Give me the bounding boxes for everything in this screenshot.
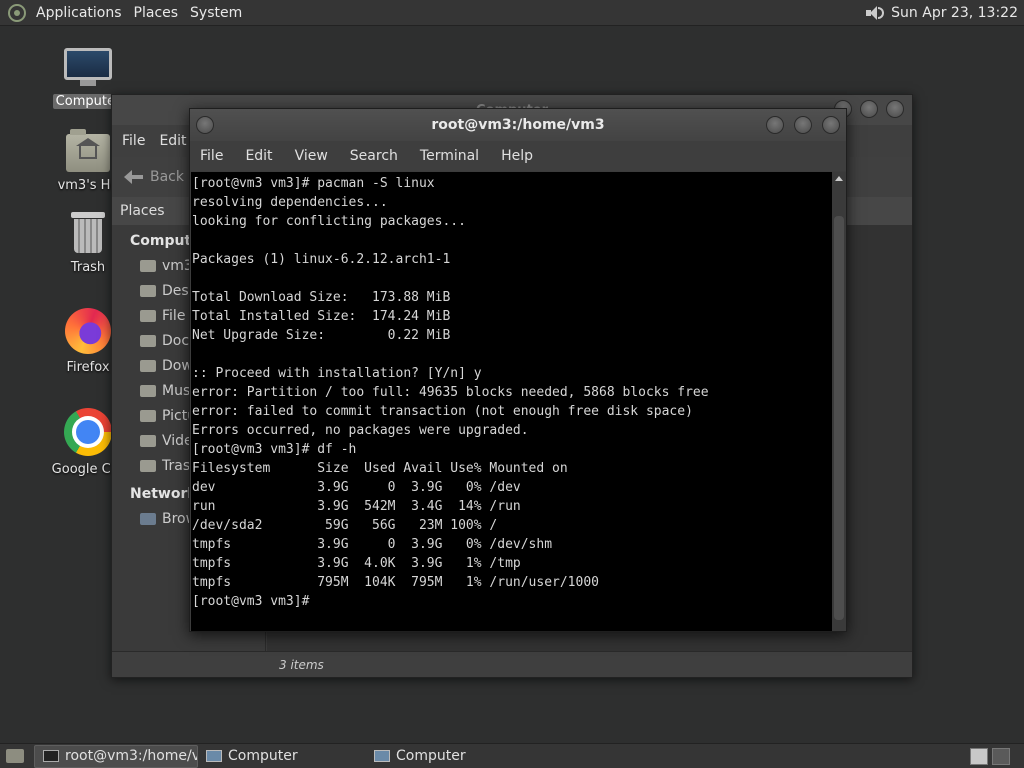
menu-applications[interactable]: Applications (32, 5, 130, 21)
taskbar-item-computer-2[interactable]: Computer (366, 745, 474, 768)
computer-icon (206, 750, 222, 762)
menu-edit[interactable]: Edit (159, 133, 186, 149)
menu-file[interactable]: File (200, 148, 223, 164)
workspace-switcher (970, 747, 1010, 765)
workspace-2[interactable] (992, 747, 1010, 765)
menu-search[interactable]: Search (350, 148, 398, 164)
terminal-output[interactable]: [root@vm3 vm3]# pacman -S linux resolvin… (191, 172, 832, 631)
scroll-up-icon[interactable] (835, 176, 843, 181)
taskbar-item-label: Computer (396, 748, 466, 764)
terminal-scrollbar[interactable] (832, 172, 846, 631)
minimize-button[interactable] (766, 116, 784, 134)
documents-folder-icon (140, 334, 156, 347)
firefox-icon (65, 308, 111, 354)
terminal-titlebar[interactable]: root@vm3:/home/vm3 (190, 109, 846, 141)
panel-tray: Sun Apr 23, 13:22 (865, 5, 1024, 21)
downloads-folder-icon (140, 359, 156, 372)
computer-icon (374, 750, 390, 762)
taskbar-item-terminal[interactable]: root@vm3:/home/v... (34, 744, 198, 768)
menu-terminal[interactable]: Terminal (420, 148, 479, 164)
desktop-icon-label: Trash (70, 260, 106, 275)
network-icon (140, 512, 156, 525)
videos-folder-icon (140, 434, 156, 447)
distro-logo-icon[interactable] (8, 3, 26, 22)
desktop-icon-label: Firefox (66, 360, 110, 375)
window-title: root@vm3:/home/vm3 (431, 117, 605, 133)
menu-view[interactable]: View (295, 148, 328, 164)
chrome-icon (64, 408, 112, 456)
bottom-panel: root@vm3:/home/v... Computer Computer (0, 743, 1024, 768)
menu-places[interactable]: Places (130, 5, 187, 21)
terminal-window: root@vm3:/home/vm3 File Edit View Search… (189, 108, 847, 632)
maximize-button[interactable] (860, 100, 878, 118)
menu-system[interactable]: System (186, 5, 250, 21)
terminal-menubar: File Edit View Search Terminal Help (190, 141, 846, 171)
close-button[interactable] (822, 116, 840, 134)
terminal-icon (43, 750, 59, 762)
top-panel: Applications Places System Sun Apr 23, 1… (0, 0, 1024, 26)
desktop-folder-icon (140, 284, 156, 297)
taskbar-item-computer-1[interactable]: Computer (198, 745, 366, 768)
trash-icon (71, 212, 105, 254)
home-folder-icon (66, 129, 110, 172)
scrollbar-thumb[interactable] (834, 216, 844, 620)
back-button[interactable]: Back (150, 169, 184, 185)
show-desktop-icon[interactable] (6, 749, 24, 763)
home-icon (140, 259, 156, 272)
menu-file[interactable]: File (122, 133, 145, 149)
maximize-button[interactable] (794, 116, 812, 134)
pictures-folder-icon (140, 409, 156, 422)
workspace-1[interactable] (970, 747, 988, 765)
taskbar-item-label: Computer (228, 748, 298, 764)
menu-help[interactable]: Help (501, 148, 533, 164)
monitor-icon (64, 48, 112, 88)
clock[interactable]: Sun Apr 23, 13:22 (891, 5, 1018, 21)
close-button[interactable] (886, 100, 904, 118)
back-arrow-icon[interactable] (124, 170, 144, 184)
terminal-text: [root@vm3 vm3]# pacman -S linux resolvin… (192, 176, 709, 609)
drive-icon (140, 309, 156, 322)
taskbar-item-label: root@vm3:/home/v... (65, 748, 198, 764)
menu-edit[interactable]: Edit (245, 148, 272, 164)
status-bar: 3 items (267, 651, 912, 677)
window-menu-button[interactable] (196, 116, 214, 134)
music-folder-icon (140, 384, 156, 397)
item-count: 3 items (279, 657, 324, 672)
trash-icon (140, 459, 156, 472)
volume-icon[interactable] (865, 5, 885, 21)
